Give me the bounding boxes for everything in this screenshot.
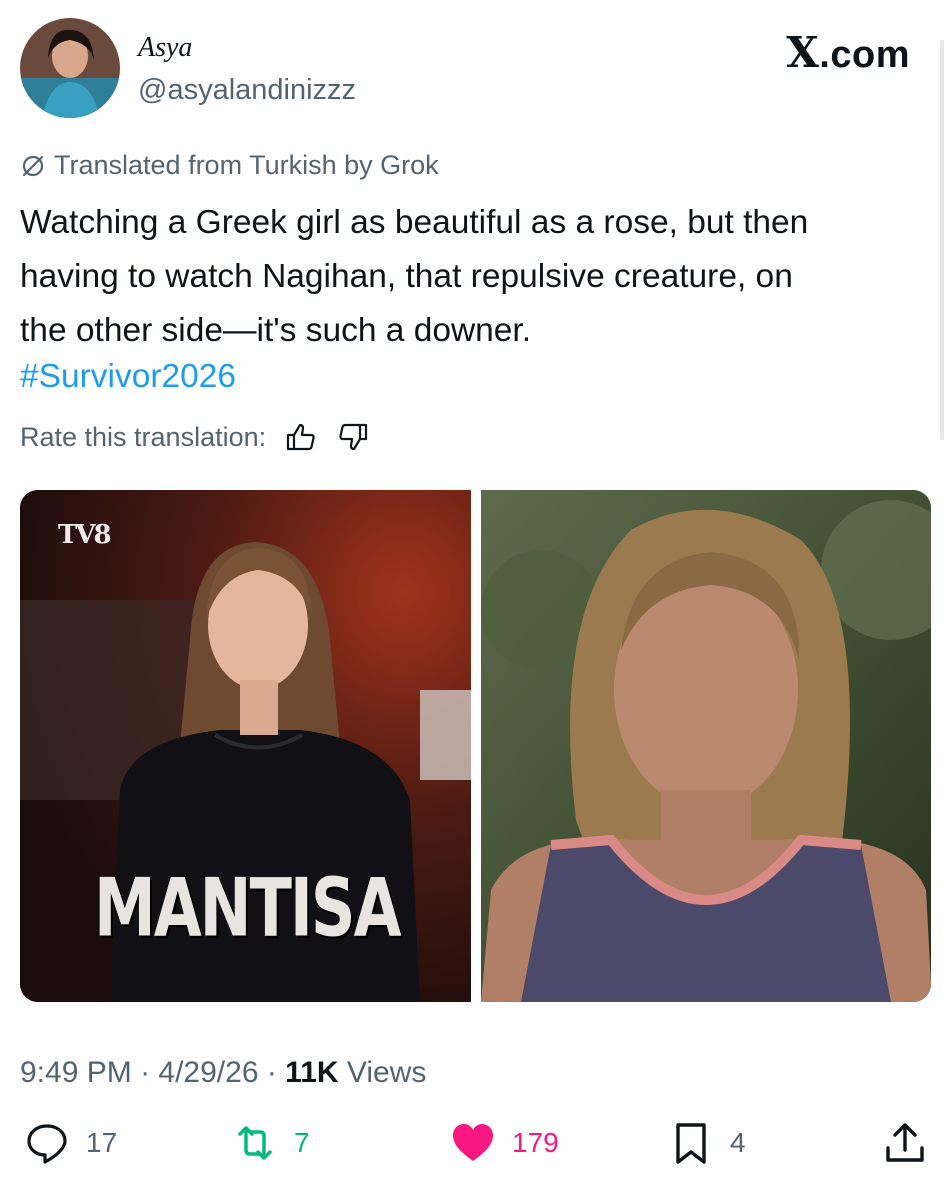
heart-icon [453,1124,493,1161]
thumbs-up-icon[interactable] [284,420,318,454]
media-image-left[interactable]: TV8 MANTISA [20,490,471,1002]
media-image-right[interactable] [480,490,931,1002]
translate-slash-icon [22,155,44,176]
translation-note: Translated from Turkish by Grok [20,150,439,181]
tweet-time[interactable]: 9:49 PM [20,1056,132,1089]
reply-button[interactable]: 17 [24,1120,117,1166]
share-icon [886,1123,924,1162]
views-count: 11K [285,1056,339,1089]
meta-separator: · [266,1056,286,1089]
reply-icon [27,1124,67,1164]
rate-translation-label: Rate this translation: [20,421,267,452]
meta-separator: · [140,1056,159,1089]
bookmark-button[interactable]: 4 [668,1120,746,1166]
repost-icon [238,1126,272,1160]
share-button[interactable] [882,1120,928,1166]
media-grid: TV8 MANTISA [20,490,931,1002]
scrollbar[interactable] [940,40,944,440]
display-name[interactable]: Asya [138,32,192,64]
user-handle[interactable]: @asyalandinizzz [138,74,356,107]
reply-count: 17 [86,1127,118,1158]
repost-count: 7 [294,1127,310,1158]
thumbs-down-icon[interactable] [336,420,370,454]
site-logo: X.com [786,28,910,77]
rate-translation-row: Rate this translation: [20,420,370,454]
contestant-caption: MANTISA [94,860,402,955]
x-logo-icon: X [786,28,820,77]
views-label: Views [346,1056,427,1089]
bookmark-count: 4 [730,1127,746,1158]
site-logo-suffix: .com [819,34,910,76]
tweet-text: Watching a Greek girl as beautiful as a … [20,204,809,349]
repost-button[interactable]: 7 [232,1120,310,1166]
like-button[interactable]: 179 [450,1120,559,1166]
tweet-meta: 9:49 PM · 4/29/26 · 11K Views [20,1056,426,1090]
hashtag-link[interactable]: #Survivor2026 [20,358,236,396]
bookmark-icon [676,1123,706,1164]
action-bar: 17 7 179 4 [20,1120,930,1180]
like-count: 179 [512,1127,559,1158]
avatar[interactable] [20,18,120,118]
translation-note-text: Translated from Turkish by Grok [54,150,439,180]
tweet-date[interactable]: 4/29/26 [158,1056,258,1089]
tv8-logo: TV8 [58,520,112,550]
